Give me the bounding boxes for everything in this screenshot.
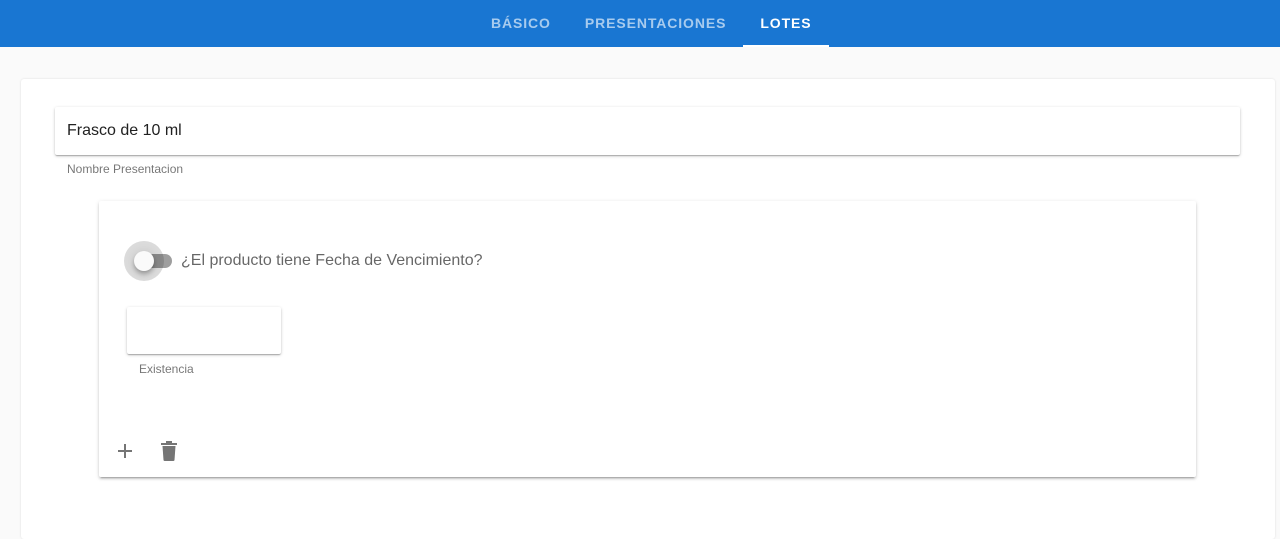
top-toolbar: Básico Presentaciones Lotes	[0, 0, 1280, 47]
stock-input[interactable]	[127, 307, 281, 354]
presentation-name-input[interactable]	[55, 107, 1240, 155]
presentation-name-hint: Nombre Presentacion	[67, 162, 184, 176]
switch-thumb	[134, 251, 154, 271]
plus-icon	[118, 444, 132, 458]
tab-bar: Básico Presentaciones Lotes	[474, 0, 829, 47]
tab-lotes[interactable]: Lotes	[743, 0, 829, 47]
tab-presentaciones[interactable]: Presentaciones	[568, 0, 743, 47]
delete-lot-button[interactable]	[155, 437, 183, 465]
expiry-date-switch[interactable]	[124, 241, 174, 281]
presentation-name-field[interactable]	[55, 107, 1240, 155]
trash-icon	[161, 441, 177, 461]
expiry-date-switch-label[interactable]: ¿El producto tiene Fecha de Vencimiento?	[181, 252, 483, 270]
tab-basico[interactable]: Básico	[474, 0, 568, 47]
stock-field[interactable]	[127, 307, 281, 354]
stock-hint: Existencia	[139, 362, 194, 376]
add-lot-button[interactable]	[111, 437, 139, 465]
